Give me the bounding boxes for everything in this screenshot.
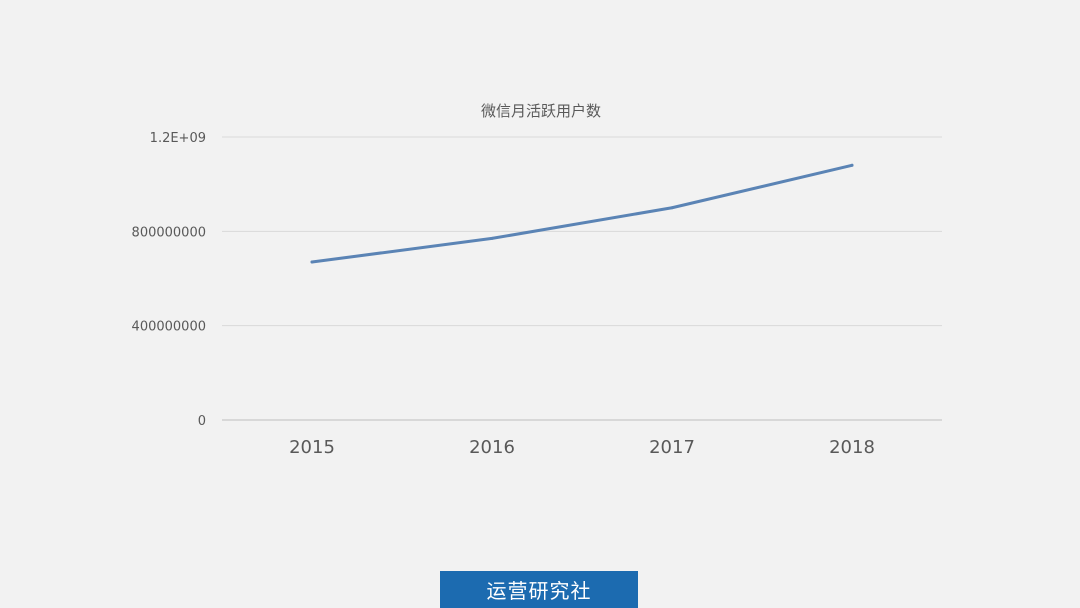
- data-point: [670, 206, 674, 210]
- x-tick-label: 2017: [649, 437, 695, 458]
- data-point: [850, 163, 854, 167]
- x-tick-label: 2015: [289, 437, 335, 458]
- grid-lines: [222, 136, 942, 421]
- y-tick-label: 0: [198, 414, 206, 429]
- brand-badge: 运营研究社: [440, 571, 638, 608]
- x-tick-label: 2018: [829, 437, 875, 458]
- chart-title: 微信月活跃用户数: [481, 102, 601, 120]
- line-chart: 微信月活跃用户数 0 400000000 800000000 1.2E+09 2015…: [132, 102, 942, 458]
- series-line: [310, 163, 854, 264]
- series-layer: [310, 163, 854, 264]
- x-tick-label: 2016: [469, 437, 515, 458]
- chart-slide: 微信月活跃用户数 0 400000000 800000000 1.2E+09 2015…: [0, 0, 1080, 608]
- y-tick-label: 1.2E+09: [150, 131, 206, 146]
- y-tick-label: 800000000: [132, 225, 206, 240]
- y-tick-label: 400000000: [132, 320, 206, 335]
- brand-badge-label: 运营研究社: [486, 579, 592, 603]
- data-point: [490, 236, 494, 240]
- x-axis-ticks: 2015 2016 2017 2018: [289, 437, 875, 458]
- y-axis-ticks: 0 400000000 800000000 1.2E+09: [132, 131, 206, 429]
- data-point: [310, 260, 314, 264]
